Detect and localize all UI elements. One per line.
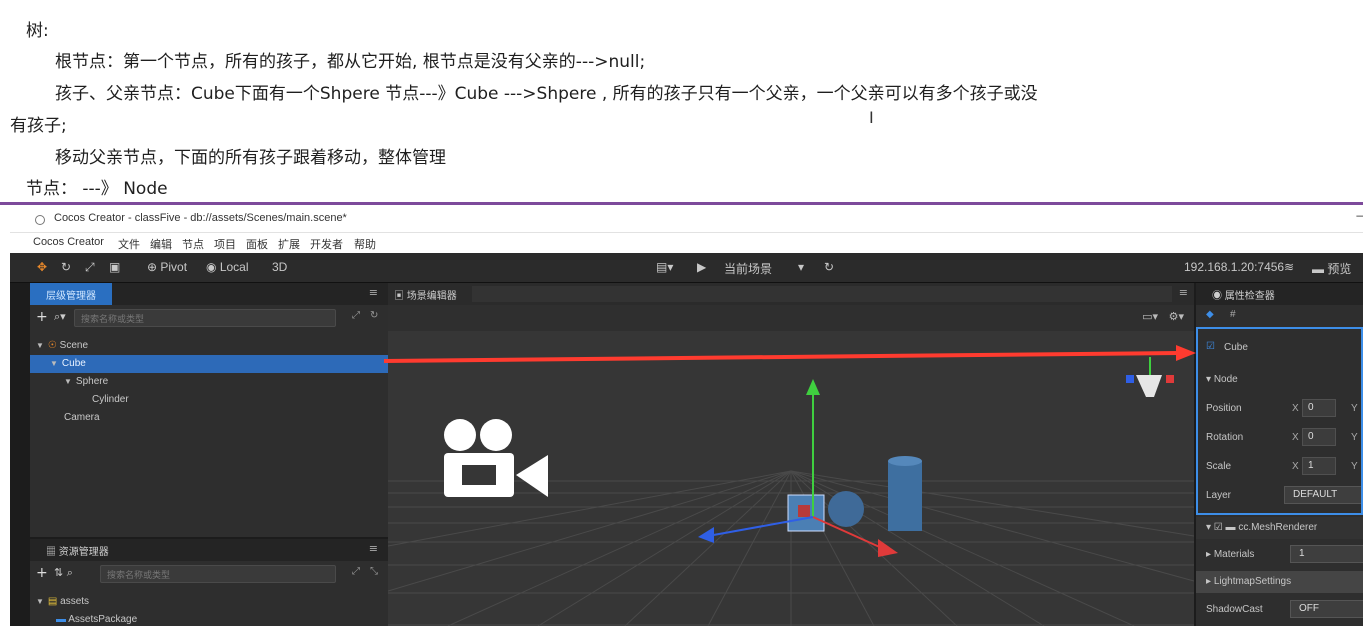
note-line-5: 移动父亲节点，下面的所有孩子跟着移动，整体管理	[55, 148, 446, 168]
cocos-editor-window: Cocos Creator - classFive - db://assets/…	[10, 205, 1363, 626]
arrow-head-icon	[1176, 345, 1196, 361]
note-line-3: 孩子、父亲节点：Cube下面有一个Shpere 节点---》Cube --->S…	[55, 84, 1038, 104]
note-line-6: 节点： ---》 Node	[26, 179, 168, 199]
arrow-line	[383, 351, 1179, 363]
text-cursor-icon: I	[869, 108, 874, 127]
annotation-arrow	[383, 345, 1196, 363]
note-line-2: 根节点：第一个节点，所有的孩子，都从它开始, 根节点是没有父亲的--->null…	[55, 52, 646, 72]
note-line-1: 树:	[26, 21, 49, 41]
note-line-4: 有孩子;	[10, 116, 67, 136]
notes-document: 树: 根节点：第一个节点，所有的孩子，都从它开始, 根节点是没有父亲的--->n…	[0, 0, 1363, 204]
